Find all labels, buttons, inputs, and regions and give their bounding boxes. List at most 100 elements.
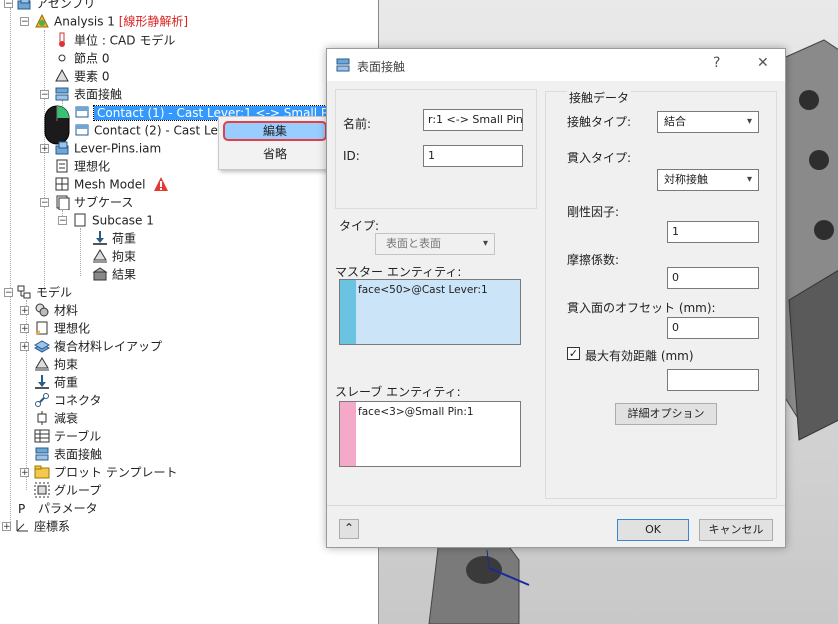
slave-entity-box[interactable]: face<3>@Small Pin:1 — [339, 401, 521, 467]
tree-item-subcase-1[interactable]: − Subcase 1 — [58, 211, 154, 229]
tree-label-load-2: 荷重 — [54, 375, 79, 390]
load-icon — [34, 374, 50, 390]
tree-item-idealization-2[interactable]: + 理想化 — [20, 319, 90, 337]
constraint-icon — [92, 248, 108, 264]
tree-label-model: モデル — [36, 285, 73, 300]
results-icon — [92, 266, 108, 282]
tree-item-connector[interactable]: コネクタ — [34, 391, 102, 409]
tree-item-nodes[interactable]: 節点 0 — [54, 49, 109, 67]
expand-up-button[interactable]: ⌃ — [339, 519, 359, 539]
tree-label-surface-contact: 表面接触 — [74, 87, 123, 102]
coordinate-system-icon — [14, 518, 30, 534]
tree-item-idealization[interactable]: 理想化 — [54, 157, 110, 175]
tree-label-composite: 複合材料レイアップ — [54, 339, 163, 354]
tree-item-contact-2[interactable]: Contact (2) - Cast Lever — [74, 121, 237, 139]
tree-item-damping[interactable]: 減衰 — [34, 409, 78, 427]
composite-icon — [33, 338, 51, 354]
max-distance-input[interactable] — [667, 369, 759, 391]
tree-item-material[interactable]: + 材料 — [20, 301, 78, 319]
contact-icon — [74, 122, 90, 138]
tree-label-analysis: Analysis 1 — [54, 14, 115, 29]
tree-item-table[interactable]: テーブル — [34, 427, 101, 445]
id-label: ID: — [343, 149, 360, 163]
tree-item-lever-pins[interactable]: + Lever-Pins.iam — [40, 139, 161, 157]
mesh-icon — [54, 176, 70, 192]
tree-item-loads[interactable]: 荷重 — [92, 229, 136, 247]
chevron-down-icon: ▾ — [746, 174, 752, 185]
subcase-icon — [54, 194, 70, 210]
connector-icon — [34, 392, 50, 408]
slave-color-swatch — [340, 402, 356, 466]
tree-label-plot-template: プロット テンプレート — [54, 465, 178, 480]
tree-item-analysis[interactable]: − Analysis 1 [線形静解析] — [20, 12, 188, 30]
tree-item-constraints[interactable]: 拘束 — [92, 247, 136, 265]
tree-label-elements: 要素 0 — [74, 69, 110, 84]
stiffness-input[interactable]: 1 — [667, 221, 759, 243]
tree-item-subcases[interactable]: − サブケース — [40, 193, 133, 211]
slave-entity-value: face<3>@Small Pin:1 — [358, 406, 474, 418]
tree-label-results: 結果 — [112, 267, 137, 282]
name-label: 名前: — [343, 117, 372, 131]
tree-item-parameter[interactable]: P パラメータ — [18, 499, 98, 517]
max-distance-checkbox[interactable]: ✓ — [567, 347, 580, 360]
friction-label: 摩擦係数: — [567, 253, 620, 267]
analysis-icon — [34, 13, 50, 29]
name-input[interactable]: r:1 <-> Small Pin:1 — [423, 109, 523, 131]
tree-item-composite[interactable]: + 複合材料レイアップ — [20, 337, 162, 355]
tree-item-mesh-model[interactable]: Mesh Model — [54, 175, 173, 193]
tree-item-surface-contact-2[interactable]: 表面接触 — [34, 445, 102, 463]
tree-label-contact-2: Contact (2) - Cast Lever — [94, 123, 238, 138]
menu-item-omit[interactable]: 省略 — [223, 144, 327, 164]
tree-label-idealization: 理想化 — [74, 159, 111, 174]
friction-input[interactable]: 0 — [667, 267, 759, 289]
tree-item-plot-template[interactable]: + プロット テンプレート — [20, 463, 177, 481]
folder-icon — [34, 464, 50, 480]
tree-item-surface-contact[interactable]: − 表面接触 — [40, 85, 122, 103]
contact-icon — [74, 104, 90, 120]
context-menu: 編集 省略 — [218, 116, 332, 170]
tree-label-lever-pins: Lever-Pins.iam — [74, 141, 162, 156]
master-entity-box[interactable]: face<50>@Cast Lever:1 — [339, 279, 521, 345]
contact-type-select[interactable]: 結合 ▾ — [657, 111, 759, 133]
tree-label-mesh-model: Mesh Model — [74, 177, 146, 192]
tree-item-elements[interactable]: 要素 0 — [54, 67, 109, 85]
warning-icon — [153, 176, 169, 192]
tree-item-results[interactable]: 結果 — [92, 265, 136, 283]
contact-data-label: 接触データ — [567, 89, 632, 106]
penetration-type-select[interactable]: 対称接触 ▾ — [657, 169, 759, 191]
close-button[interactable]: ✕ — [757, 55, 769, 71]
analysis-type-label: [線形静解析] — [118, 14, 189, 29]
ok-button[interactable]: OK — [617, 519, 689, 541]
cancel-button[interactable]: キャンセル — [699, 519, 773, 541]
tree-item-coordinate[interactable]: + 座標系 — [2, 517, 70, 535]
idealization-icon — [54, 158, 70, 174]
tree-item-assembly[interactable]: − アセンブリ — [2, 0, 95, 12]
dialog-titlebar[interactable]: 表面接触 ? ✕ — [327, 49, 785, 81]
help-button[interactable]: ? — [713, 55, 720, 71]
assembly-icon — [54, 140, 70, 156]
surface-contact-icon — [335, 57, 351, 76]
tree-label-group: グループ — [54, 483, 102, 498]
tree-label-loads: 荷重 — [112, 231, 137, 246]
tree-item-unit[interactable]: 単位 : CAD モデル — [54, 31, 175, 49]
menu-item-edit[interactable]: 編集 — [223, 121, 327, 141]
type-select[interactable]: 表面と表面 ▾ — [375, 233, 495, 255]
max-distance-label: 最大有効距離 (mm) — [585, 349, 694, 363]
tree-label-idealization-2: 理想化 — [54, 321, 91, 336]
tree-item-constraint-2[interactable]: 拘束 — [34, 355, 78, 373]
offset-input[interactable]: 0 — [667, 317, 759, 339]
tree-label-constraints: 拘束 — [112, 249, 137, 264]
type-label: タイプ: — [339, 219, 380, 233]
tree-label-unit: 単位 : CAD モデル — [74, 33, 176, 48]
id-input[interactable]: 1 — [423, 145, 523, 167]
tree-label-constraint-2: 拘束 — [54, 357, 79, 372]
tree-item-group[interactable]: グループ — [34, 481, 101, 499]
tree-label-parameter: パラメータ — [38, 501, 98, 516]
assembly-icon — [16, 0, 32, 11]
contact-type-value: 結合 — [664, 115, 686, 128]
advanced-options-button[interactable]: 詳細オプション — [615, 403, 717, 425]
master-color-swatch — [340, 280, 356, 344]
tree-item-model[interactable]: − モデル — [4, 283, 72, 301]
penetration-type-value: 対称接触 — [664, 173, 708, 186]
tree-item-load-2[interactable]: 荷重 — [34, 373, 78, 391]
